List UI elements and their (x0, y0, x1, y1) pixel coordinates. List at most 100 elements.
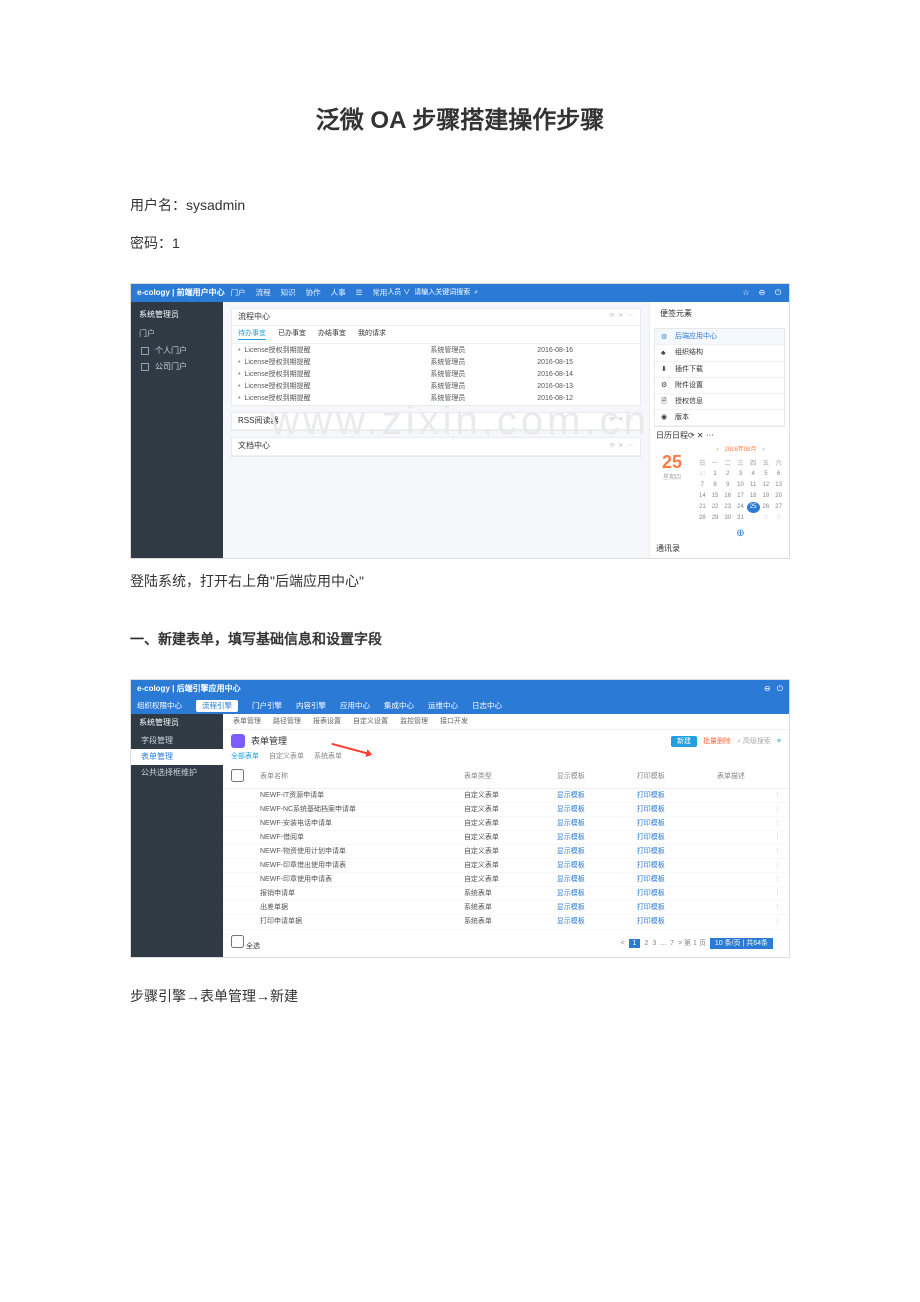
filter-custom[interactable]: 自定义表单 (269, 752, 304, 761)
table-row: License授权到期提醒系统管理员2016-08-15 (232, 357, 640, 369)
left-nav: 系统管理员 门户 个人门户 公司门户 (131, 302, 223, 558)
tab-done[interactable]: 已办事宜 (278, 329, 306, 340)
search-scope[interactable]: 人员 ∨ (387, 288, 410, 297)
sub-form[interactable]: 表单管理 (233, 717, 261, 726)
pager-page[interactable]: 1 (629, 939, 641, 948)
screenshot1-caption: 登陆系统，打开右上角"后端应用中心" (130, 571, 790, 591)
filter-all[interactable]: 全部表单 (231, 752, 259, 761)
menu-org-structure[interactable]: ♣组织结构 (655, 345, 784, 361)
calendar-widget[interactable]: ‹2016年08月› 日一二三四五六 31123456 78910111213 … (696, 447, 785, 540)
square-icon (141, 347, 149, 355)
doc-card: 文档中心 ⟳ ✕ ⋯ (231, 437, 641, 456)
nav2-org[interactable]: 组织权限中心 (137, 701, 182, 711)
nav-knowledge[interactable]: 知识 (281, 288, 296, 298)
nav2-app-center[interactable]: 应用中心 (340, 701, 370, 711)
sub-monitor[interactable]: 监控管理 (400, 717, 428, 726)
nav-portal[interactable]: 门户 (231, 288, 246, 298)
select-all[interactable]: 全选 (231, 935, 260, 951)
nav-collab[interactable]: 协作 (306, 288, 321, 298)
more-icon[interactable]: ⋮ (774, 861, 781, 870)
flow-tabs: 待办事宜 已办事宜 办结事宜 我的请求 (232, 326, 640, 344)
tab-todo[interactable]: 待办事宜 (238, 329, 266, 340)
nav-fav[interactable]: 常用 (372, 288, 387, 298)
nav-flow[interactable]: 流程 (256, 288, 271, 298)
sub-report[interactable]: 报表设置 (313, 717, 341, 726)
nav2-ops[interactable]: 运维中心 (428, 701, 458, 711)
left-item-form-manage[interactable]: 表单管理 (131, 749, 223, 765)
gear-icon: ⚙ (661, 381, 669, 389)
more-icon[interactable]: ⋮ (774, 791, 781, 800)
sub-path[interactable]: 路径管理 (273, 717, 301, 726)
top-search[interactable]: 人员 ∨ 请输入关键词搜索 ⌕ (387, 288, 478, 297)
minus-icon[interactable]: ⊖ (764, 684, 771, 694)
nav2-flow-engine[interactable]: 流程引擎 (196, 700, 238, 712)
chevron-left-icon[interactable]: ‹ (716, 447, 718, 455)
card-actions-icon[interactable]: ⟳ ✕ ⋯ (610, 313, 634, 321)
menu-version[interactable]: ◉版本 (655, 410, 784, 426)
power-icon[interactable]: ⏻ (777, 684, 783, 694)
advanced-search[interactable]: ⌕ 高级搜索 (737, 737, 771, 746)
left-item-select-maintain[interactable]: 公共选择框维护 (131, 765, 223, 781)
end-line-1: 步骤引擎→表单管理→新建 (130, 986, 790, 1006)
left-section-portal: 门户 (131, 326, 223, 342)
pager-info: 10 条/页 | 共64条 (710, 938, 773, 949)
sub-custom[interactable]: 自定义设置 (353, 717, 388, 726)
menu-license-info[interactable]: 🗎授权信息 (655, 394, 784, 410)
table-row: 打印申请单据系统表单显示模板打印模板⋮ (223, 915, 789, 929)
table-row: License授权到期提醒系统管理员2016-08-14 (232, 369, 640, 381)
search-placeholder[interactable]: 请输入关键词搜索 (414, 288, 470, 297)
select-all-checkbox[interactable] (231, 935, 244, 948)
left-item-company-portal[interactable]: 公司门户 (131, 359, 223, 375)
header-checkbox[interactable] (231, 769, 244, 782)
nav2-integration[interactable]: 集成中心 (384, 701, 414, 711)
nav2-content-engine[interactable]: 内容引擎 (296, 701, 326, 711)
nav2-portal-engine[interactable]: 门户引擎 (252, 701, 282, 711)
more-icon[interactable]: ⋮ (774, 889, 781, 898)
star-icon[interactable]: ☆ (741, 288, 751, 298)
more-icon[interactable]: ⋮ (774, 847, 781, 856)
chevron-right-icon[interactable]: › (763, 447, 765, 455)
top-nav2: 组织权限中心 流程引擎 门户引擎 内容引擎 应用中心 集成中心 运维中心 日志中… (131, 698, 789, 714)
nav2-logs[interactable]: 日志中心 (472, 701, 502, 711)
more-icon[interactable]: ⋮ (774, 917, 781, 926)
more-icon[interactable]: ⋮ (774, 833, 781, 842)
filter-system[interactable]: 系统表单 (314, 752, 342, 761)
new-button[interactable]: 新建 (671, 736, 697, 747)
add-event-icon[interactable]: ⊕ (696, 527, 785, 540)
minus-icon[interactable]: ⊖ (757, 288, 767, 298)
list-icon[interactable]: ≡ (777, 737, 781, 746)
nav-hr[interactable]: 人事 (331, 288, 346, 298)
doc-title-label: 文档中心 (238, 441, 270, 451)
top-nav[interactable]: 门户 流程 知识 协作 人事 ☰ 常用 (231, 288, 388, 298)
pager-go[interactable]: > 第 1 页 (678, 939, 706, 948)
square-icon (141, 363, 149, 371)
table-row: 报销申请单系统表单显示模板打印模板⋮ (223, 887, 789, 901)
menu-attachment-settings[interactable]: ⚙附件设置 (655, 378, 784, 394)
tab-finished[interactable]: 办结事宜 (318, 329, 346, 340)
menu-plugin-download[interactable]: ⬇插件下载 (655, 362, 784, 378)
page-title: 表单管理 (251, 736, 287, 748)
power-icon[interactable]: ⏻ (773, 288, 783, 298)
sub-api[interactable]: 接口开发 (440, 717, 468, 726)
more-icon[interactable]: ⋮ (774, 875, 781, 884)
menu-backend-app-center[interactable]: ⚙后端应用中心 (655, 329, 784, 345)
card-actions-icon[interactable]: ⟳ ✕ ⋯ (610, 443, 634, 451)
form-table: 表单名称 表单类型 显示模板 打印模板 表单描述 NEWF-IT资源申请单自定义… (223, 766, 789, 930)
search-icon[interactable]: ⌕ (474, 288, 478, 297)
pager-prev[interactable]: < (620, 939, 624, 948)
more-icon[interactable]: ⋮ (774, 903, 781, 912)
more-icon[interactable]: ⋮ (774, 805, 781, 814)
right-panel: 便签元素 ⚙后端应用中心 ♣组织结构 ⬇插件下载 ⚙附件设置 🗎授权信息 ◉版本… (649, 302, 789, 558)
left-item-personal-portal[interactable]: 个人门户 (131, 343, 223, 359)
card-actions-icon[interactable]: ⟳ ✕ ⋯ (688, 431, 714, 440)
tab-myreq[interactable]: 我的请求 (358, 329, 386, 340)
left-item-field-manage[interactable]: 字段管理 (131, 733, 223, 749)
batch-delete-button[interactable]: 批量删除 (703, 737, 731, 746)
brand2: e-cology | 后端引擎应用中心 (137, 684, 241, 694)
pager-page[interactable]: 7 (670, 939, 674, 948)
pager-page[interactable]: 2 (644, 939, 648, 948)
pager-page[interactable]: 3 (652, 939, 656, 948)
nav-menu-icon[interactable]: ☰ (356, 288, 363, 298)
card-actions-icon[interactable]: ⟳ ✕ ⋯ (610, 417, 634, 425)
more-icon[interactable]: ⋮ (774, 819, 781, 828)
